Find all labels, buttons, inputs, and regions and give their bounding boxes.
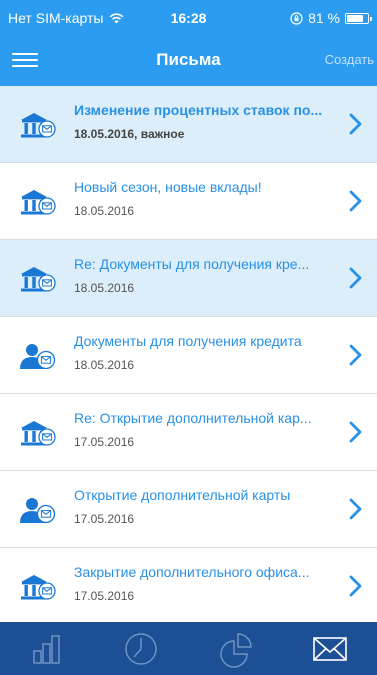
chevron-right-icon xyxy=(349,498,362,520)
nav-bar: Письма Создать xyxy=(0,36,377,86)
tab-mail[interactable] xyxy=(283,622,377,675)
chevron-right-icon xyxy=(349,421,362,443)
message-title: Закрытие дополнительного офиса... xyxy=(74,564,310,580)
message-date: 17.05.2016 xyxy=(74,512,135,526)
message-row[interactable]: Re: Открытие дополнительной кар... 17.05.… xyxy=(0,394,377,471)
battery-icon xyxy=(345,12,372,24)
message-row[interactable]: Новый сезон, новые вклады! 18.05.2016 xyxy=(0,163,377,240)
battery-percent: 81 % xyxy=(308,10,340,26)
message-text: Re: Документы для получения кре... 18.05.… xyxy=(74,255,333,295)
chevron-right-icon xyxy=(349,575,362,597)
message-date: 18.05.2016 xyxy=(74,281,135,295)
bank-mail-icon xyxy=(18,572,58,602)
chevron-right-icon xyxy=(349,267,362,289)
bank-mail-icon xyxy=(18,187,58,217)
bank-mail-icon xyxy=(18,110,58,140)
message-row[interactable]: Документы для получения кредита 18.05.201… xyxy=(0,317,377,394)
tab-statistics[interactable] xyxy=(0,622,94,675)
message-date: 18.05.2016 xyxy=(74,358,135,372)
message-title: Re: Открытие дополнительной кар... xyxy=(74,410,312,426)
message-row[interactable]: Открытие дополнительной карты 17.05.2016 xyxy=(0,471,377,548)
message-date: 18.05.2016, важное xyxy=(74,127,185,141)
message-row[interactable]: Re: Документы для получения кре... 18.05.… xyxy=(0,240,377,317)
bank-mail-icon xyxy=(18,418,58,448)
status-bar: Нет SIM-карты 16:28 81 % xyxy=(0,0,377,36)
message-title: Документы для получения кредита xyxy=(74,333,302,349)
tab-analytics[interactable] xyxy=(189,622,283,675)
message-row[interactable]: Закрытие дополнительного офиса... 17.05.2… xyxy=(0,548,377,622)
chevron-right-icon xyxy=(349,113,362,135)
message-text: Изменение процентных ставок по... 18.05.2… xyxy=(74,101,333,141)
message-row[interactable]: Изменение процентных ставок по... 18.05.2… xyxy=(0,86,377,163)
mail-icon xyxy=(313,636,347,661)
pie-chart-icon xyxy=(219,632,252,668)
tab-history[interactable] xyxy=(94,622,188,675)
message-title: Открытие дополнительной карты xyxy=(74,487,291,503)
clock-icon xyxy=(125,632,158,665)
battery-fill xyxy=(347,14,363,22)
header: Нет SIM-карты 16:28 81 % Письма Создать xyxy=(0,0,377,86)
tab-bar xyxy=(0,622,377,675)
message-text: Документы для получения кредита 18.05.201… xyxy=(74,332,333,372)
bank-mail-icon xyxy=(18,264,58,294)
message-text: Закрытие дополнительного офиса... 17.05.2… xyxy=(74,563,333,603)
message-text: Открытие дополнительной карты 17.05.2016 xyxy=(74,486,333,526)
message-list: Изменение процентных ставок по... 18.05.2… xyxy=(0,86,377,622)
orientation-lock-icon xyxy=(290,11,303,25)
person-mail-icon xyxy=(18,495,58,525)
message-title: Re: Документы для получения кре... xyxy=(74,256,310,272)
message-date: 17.05.2016 xyxy=(74,589,135,603)
chevron-right-icon xyxy=(349,344,362,366)
create-button[interactable]: Создать xyxy=(325,52,374,67)
chevron-right-icon xyxy=(349,190,362,212)
status-right: 81 % xyxy=(290,10,372,26)
bar-chart-icon xyxy=(33,634,60,664)
message-text: Re: Открытие дополнительной кар... 17.05.… xyxy=(74,409,333,449)
person-mail-icon xyxy=(18,341,58,371)
page-title: Письма xyxy=(156,50,221,69)
message-date: 17.05.2016 xyxy=(74,435,135,449)
message-title: Новый сезон, новые вклады! xyxy=(74,179,262,195)
message-date: 18.05.2016 xyxy=(74,204,135,218)
message-text: Новый сезон, новые вклады! 18.05.2016 xyxy=(74,178,333,218)
message-title: Изменение процентных ставок по... xyxy=(74,102,323,118)
